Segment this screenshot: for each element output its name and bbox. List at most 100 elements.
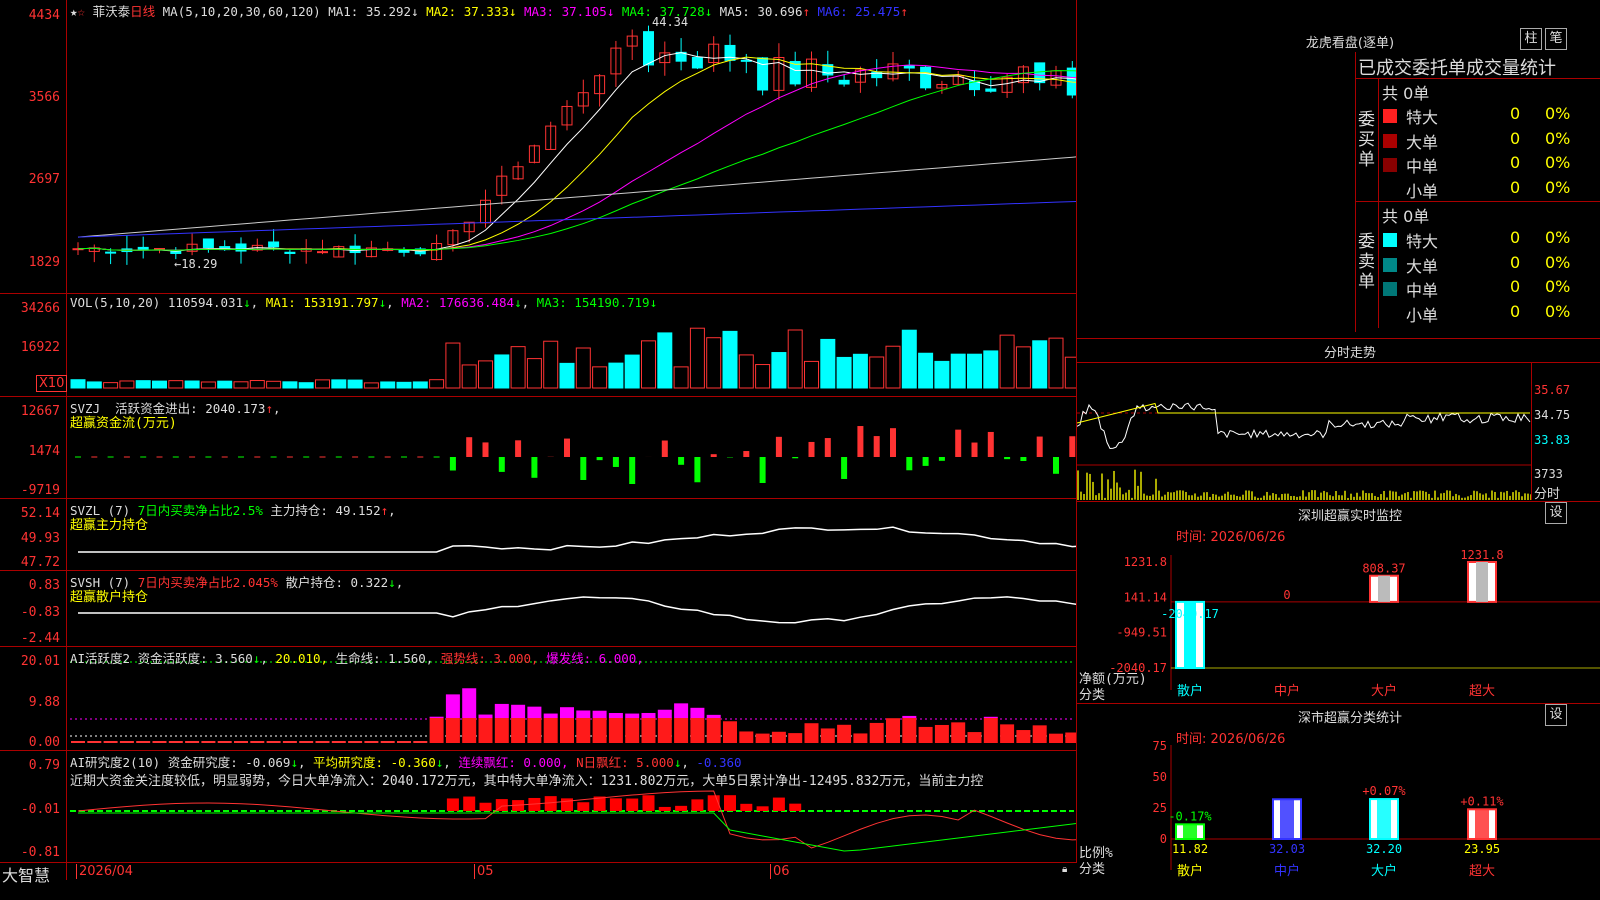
star-icon[interactable]: ★	[70, 4, 78, 19]
intraday-volume-bar	[1149, 495, 1151, 500]
activity-bar	[967, 732, 982, 743]
activity-bar	[201, 741, 216, 743]
activity-bar-top	[543, 713, 558, 718]
ai2-ytick: -0.81	[20, 845, 60, 860]
ai-activity-header: AI活跃度2 资金活跃度: 3.560↓, 20.010, 生命线: 1.560…	[70, 651, 644, 666]
intraday-volume-bar	[1365, 492, 1367, 500]
intraday-volume-bar	[1425, 491, 1427, 500]
activity-bar	[527, 718, 542, 743]
stats-value-label: 32.20	[1366, 842, 1402, 856]
volume-bar	[494, 354, 510, 389]
intraday-volume-bar	[1107, 479, 1109, 500]
intraday-volume-bar	[1230, 494, 1232, 500]
intraday-volume-bar	[1482, 494, 1484, 500]
app-logo: 大智慧	[2, 866, 51, 885]
stats-chart[interactable]: 75 50 25 0-0.17% 11.82 散户 32.03 中户 +0.07% 32.20 大户…	[1077, 740, 1600, 880]
intraday-volume-bar	[1197, 496, 1199, 500]
order-category: 小单	[1406, 181, 1439, 201]
sell-total: 共 0单	[1382, 207, 1430, 226]
intraday-volume-bar	[1242, 494, 1244, 500]
intraday-title: 分时走势	[1323, 346, 1376, 361]
monitor-ytick: 1231.8	[1124, 555, 1167, 569]
flow-bar	[515, 440, 522, 457]
flow-bar	[792, 457, 799, 459]
order-percent: 0%	[1545, 277, 1571, 296]
order-size-swatch	[1383, 282, 1397, 296]
stats-settings-button[interactable]: 设	[1545, 704, 1567, 726]
intraday-volume-bar	[1398, 496, 1400, 500]
flow-bar	[971, 442, 978, 457]
volume-bar	[820, 338, 836, 389]
flow-bar	[531, 457, 538, 478]
intraday-volume-bar	[1458, 495, 1460, 500]
volume-bar	[901, 329, 917, 389]
intraday-volume-bar	[1389, 490, 1391, 500]
activity-bar	[234, 741, 248, 743]
flow-bar	[482, 442, 489, 457]
candle	[317, 251, 328, 254]
flow-bar	[629, 457, 636, 484]
order-category: 中单	[1406, 157, 1439, 176]
intraday-volume-bar	[1281, 494, 1283, 500]
activity-bar-top	[560, 707, 574, 718]
order-count: 0	[1510, 252, 1521, 272]
period-label[interactable]: 日线	[130, 4, 155, 19]
order-count: 0	[1510, 301, 1521, 321]
volume-bar	[526, 358, 542, 389]
activity-bar	[608, 718, 623, 743]
stats-category: 大户	[1371, 863, 1397, 879]
intraday-axis	[1531, 363, 1532, 500]
ai1-ytick: 20.01	[20, 654, 60, 669]
intraday-volume-bar	[1350, 493, 1352, 500]
volume-bar	[722, 330, 738, 389]
dragon-divider	[1355, 52, 1356, 332]
bar-view-button[interactable]: 柱	[1520, 28, 1542, 50]
intraday-chart[interactable]	[1077, 363, 1532, 500]
intraday-volume-bar	[1287, 493, 1289, 500]
intraday-volume-bar	[1161, 496, 1163, 500]
monitor-value-label: 1231.8	[1460, 548, 1503, 562]
intraday-volume-bar	[1179, 490, 1181, 500]
research-bar	[789, 803, 802, 811]
intraday-volume-bar	[1092, 481, 1094, 500]
volume-bar	[787, 329, 803, 389]
vol-header: VOL(5,10,20) 110594.031↓, MA1: 153191.79…	[70, 295, 658, 310]
ma1-label: MA1: 35.292↓	[328, 4, 419, 19]
chart-canvas[interactable]	[0, 0, 1076, 880]
activity-bar-top	[445, 694, 460, 718]
dragon-tabs[interactable]: 已成交委托单成交量统计	[1358, 54, 1600, 80]
volume-bar	[967, 353, 982, 389]
intraday-volume-bar	[1233, 494, 1235, 500]
research-bar	[479, 802, 492, 811]
stats-change-label: +0.11%	[1460, 794, 1504, 808]
intraday-volume-bar	[1431, 497, 1433, 500]
activity-bar	[771, 731, 786, 743]
intraday-price-line	[1077, 402, 1531, 449]
ai2-ytick: 0.79	[28, 758, 60, 773]
tick-view-button[interactable]: 笔	[1545, 28, 1567, 50]
candle	[268, 241, 280, 248]
vol-ma1: MA1: 153191.797	[265, 295, 379, 310]
flow-bar	[596, 457, 603, 461]
ai1-d: 强势线: 3.000,	[440, 651, 539, 666]
monitor-settings-button[interactable]: 设	[1545, 502, 1567, 524]
order-category: 小单	[1406, 305, 1439, 325]
intraday-volume-bar	[1440, 493, 1442, 500]
lock-icon[interactable]: 🔒︎	[1062, 864, 1067, 875]
volume-bar	[755, 364, 771, 389]
stock-name: 菲沃泰	[92, 4, 131, 19]
intraday-volume-bar	[1356, 492, 1358, 500]
monitor-chart[interactable]: 1231.8141.14-949.51-2040.17-2040.17散户0中户…	[1077, 540, 1600, 700]
intraday-volume-bar	[1170, 492, 1172, 500]
intraday-volume-bar	[1410, 497, 1412, 500]
intraday-volume-bar	[1332, 496, 1334, 500]
volume-bar	[200, 381, 216, 389]
vol-arrow: ↓	[243, 295, 251, 310]
volume-bar	[429, 379, 445, 389]
intraday-volume-bar	[1455, 493, 1457, 500]
ai2-title: AI研究度2(10)	[70, 755, 161, 770]
intraday-volume-bar	[1443, 492, 1445, 500]
intraday-volume-bar	[1329, 495, 1331, 500]
volume-bar	[543, 340, 559, 389]
activity-bar-top	[641, 712, 656, 718]
